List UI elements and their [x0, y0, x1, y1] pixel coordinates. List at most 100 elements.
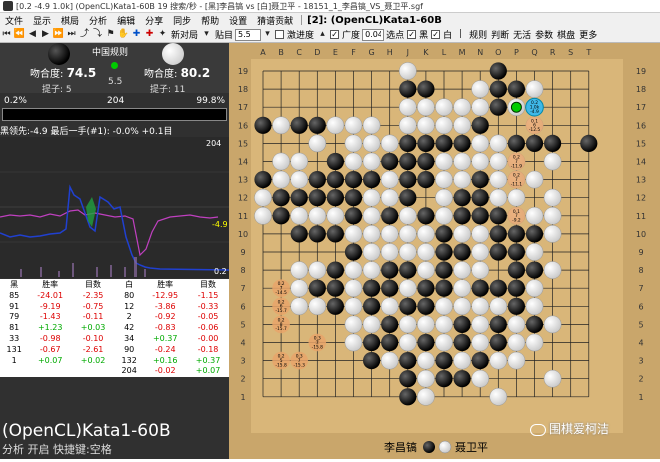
- row-label: 1: [638, 393, 643, 402]
- white-stone: [543, 369, 562, 388]
- komi-spin-icon[interactable]: ▾: [262, 29, 273, 40]
- forward-icon[interactable]: ▶: [40, 29, 51, 40]
- menu-item-7[interactable]: 帮助: [196, 14, 224, 27]
- white-stone: [435, 333, 453, 352]
- row-label: 17: [238, 103, 248, 112]
- row-label: 4: [240, 339, 245, 348]
- table-row[interactable]: 85 -24.01 -2.35: [0, 290, 114, 301]
- menu-item-6[interactable]: 同步: [168, 14, 196, 27]
- white-stats-cell: +0.37: [195, 355, 221, 365]
- white-stone: [435, 206, 453, 225]
- black-stone: [308, 116, 326, 134]
- flag-icon[interactable]: ⚑: [105, 29, 116, 40]
- black-player-name: 李昌镐: [384, 440, 417, 454]
- table-row[interactable]: 204 -0.02 +0.07: [115, 366, 229, 377]
- menu-item-2[interactable]: 棋局: [56, 14, 84, 27]
- new-game-button[interactable]: 新对局: [169, 28, 200, 41]
- no-tips-button[interactable]: 无活: [511, 28, 533, 41]
- white-checkbox[interactable]: ✓: [431, 30, 441, 39]
- last-move-icon[interactable]: ⏭: [66, 29, 77, 40]
- white-stone: [362, 188, 381, 207]
- forward-fast-icon[interactable]: ⏩: [53, 29, 64, 40]
- table-row[interactable]: 131 -0.67 -2.61: [0, 344, 114, 355]
- black-stone: [254, 116, 272, 134]
- up-icon[interactable]: ▴: [317, 29, 328, 40]
- menu-item-0[interactable]: 文件: [0, 14, 28, 27]
- width-checkbox[interactable]: ✓: [330, 30, 340, 39]
- white-stats-table: 白胜率 目数 80 -12.95 -1.15 12 -3.86 -0.33 2 -0.92 -0.0…: [115, 279, 229, 376]
- branch-down-icon[interactable]: ⤵: [92, 29, 103, 40]
- table-row[interactable]: 132 +0.16 +0.37: [115, 355, 229, 366]
- white-stone: [543, 206, 562, 225]
- black-stats-cell: -24.01: [37, 290, 64, 300]
- branch-icon[interactable]: ⤴: [79, 29, 90, 40]
- komi-input[interactable]: [235, 28, 262, 41]
- hand-icon[interactable]: ✋: [118, 29, 129, 40]
- table-row[interactable]: 2 -0.92 -0.05: [115, 312, 229, 323]
- black-stone: [399, 370, 417, 388]
- black-stone: [435, 279, 453, 297]
- black-stats-header-cell: 目数: [72, 279, 114, 290]
- table-row[interactable]: 1 +0.07 +0.02: [0, 355, 114, 366]
- table-row[interactable]: 42 -0.83 -0.06: [115, 322, 229, 333]
- white-stone: [489, 351, 508, 370]
- menu-item-4[interactable]: 编辑: [112, 14, 140, 27]
- width-input[interactable]: [362, 28, 385, 41]
- engine-selector[interactable]: [2]: (OpenCL)Kata1-60B: [307, 15, 442, 26]
- winrate-graph[interactable]: 204 -4.9 0.2: [0, 137, 230, 278]
- black-stone: [489, 62, 507, 80]
- dynamic-komi-checkbox[interactable]: [275, 30, 285, 39]
- black-stone: [363, 352, 381, 370]
- black-stats-cell: -2.35: [82, 290, 104, 300]
- white-stats-cell: -0.00: [197, 334, 219, 344]
- menu-item-3[interactable]: 分析: [84, 14, 112, 27]
- params-button[interactable]: 参数: [533, 28, 555, 41]
- red-plus-icon[interactable]: ✚: [144, 29, 155, 40]
- select-button[interactable]: 选点: [384, 28, 406, 41]
- table-row[interactable]: 81 +1.23 +0.03: [0, 322, 114, 333]
- black-stone: [489, 243, 507, 261]
- board-area[interactable]: A B C D E F G H J K L M N O P Q R S T 19 19 18 18 17 17 16 16 15 15 1…: [229, 43, 660, 459]
- white-stone: [489, 134, 508, 153]
- white-stone: [489, 152, 508, 171]
- white-stone: [290, 170, 309, 189]
- white-stone: [326, 206, 345, 225]
- candidate-move-label: -12.5: [529, 127, 541, 133]
- white-stone: [471, 261, 490, 279]
- go-board[interactable]: A B C D E F G H J K L M N O P Q R S T19 1918 1817 1716 1615 151…: [229, 43, 660, 459]
- table-row[interactable]: 90 -0.24 -0.18: [115, 344, 229, 355]
- white-stats-cell: -12.95: [152, 290, 179, 300]
- table-row[interactable]: 79 -1.43 -0.11: [0, 312, 114, 323]
- white-stats-cell: -0.06: [197, 323, 219, 333]
- dropdown-icon[interactable]: ▾: [201, 29, 212, 40]
- black-stone: [507, 243, 525, 261]
- back-icon[interactable]: ◀: [27, 29, 38, 40]
- menu-item-5[interactable]: 分享: [140, 14, 168, 27]
- table-row[interactable]: 91 -9.19 -0.75: [0, 301, 114, 312]
- white-stone: [471, 333, 490, 352]
- white-stone: [525, 206, 544, 225]
- row-label: 3: [240, 357, 245, 366]
- menu-item-1[interactable]: 显示: [28, 14, 56, 27]
- black-checkbox[interactable]: ✓: [407, 30, 417, 39]
- tips-button[interactable]: 判断: [489, 28, 511, 41]
- white-stone: [417, 98, 435, 117]
- rules-button[interactable]: 规则: [467, 28, 489, 41]
- blue-plus-icon[interactable]: ✚: [131, 29, 142, 40]
- column-label: H: [387, 48, 393, 57]
- menu-item-8[interactable]: 设置: [224, 14, 252, 27]
- chessboard-button[interactable]: 棋盘: [555, 28, 577, 41]
- black-stone: [399, 152, 417, 171]
- black-stone: [525, 315, 544, 333]
- table-row[interactable]: 80 -12.95 -1.15: [115, 290, 229, 301]
- marker-icon[interactable]: ✦: [157, 29, 168, 40]
- back-fast-icon[interactable]: ⏪: [14, 29, 25, 40]
- table-row[interactable]: 12 -3.86 -0.33: [115, 301, 229, 312]
- first-move-icon[interactable]: ⏮: [1, 29, 12, 40]
- menu-item-9[interactable]: 猜谱贡献: [252, 14, 298, 27]
- black-stone: [489, 207, 507, 225]
- black-stone: [344, 189, 363, 207]
- table-row[interactable]: 33 -0.98 -0.10: [0, 333, 114, 344]
- table-row[interactable]: 34 +0.37 -0.00: [115, 333, 229, 344]
- more-button[interactable]: 更多: [577, 28, 599, 41]
